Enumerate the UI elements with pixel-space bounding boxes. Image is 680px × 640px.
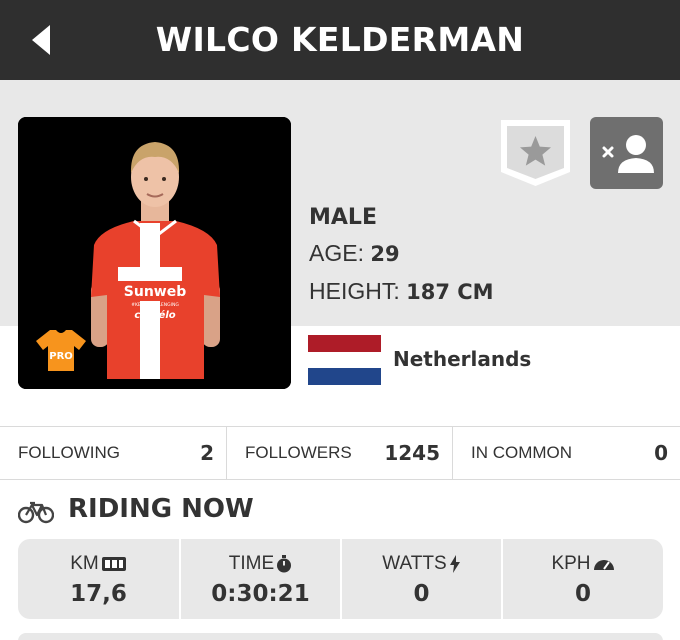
metric-watts-label: WATTS (382, 553, 447, 574)
header-bar: WILCO KELDERMAN (0, 0, 680, 80)
followers-count: 1245 (384, 441, 440, 465)
rider-gender: MALE (309, 205, 377, 230)
page-title: WILCO KELDERMAN (155, 20, 525, 59)
lightning-icon (449, 554, 460, 573)
jersey-sponsor-text: Sunweb (124, 284, 186, 300)
odometer-icon (101, 556, 126, 571)
live-metrics-panel: KM 17,6 TIME 0:30:21 WATTS 0 KPH 0 (18, 539, 663, 619)
social-stats-bar: FOLLOWING 2 FOLLOWERS 1245 IN COMMON 0 (0, 426, 680, 480)
unfollow-button[interactable] (590, 117, 663, 189)
metric-distance: KM 17,6 (18, 539, 179, 619)
pro-badge: PRO (34, 327, 88, 373)
following-count: 2 (200, 441, 214, 465)
rider-country: Netherlands (393, 347, 532, 371)
netherlands-flag-icon (308, 335, 381, 385)
rider-age: AGE: 29 (309, 240, 400, 267)
metric-distance-value: 17,6 (70, 581, 127, 607)
rider-avatar: Sunweb #KEEPCHALLENGING cervélo PRO (18, 117, 291, 389)
age-value: 29 (370, 242, 400, 266)
bicycle-icon (18, 501, 54, 524)
age-label: AGE: (309, 240, 364, 266)
followers-stat[interactable]: FOLLOWERS 1245 (227, 427, 453, 479)
in-common-count: 0 (654, 441, 668, 465)
in-common-stat[interactable]: IN COMMON 0 (453, 427, 680, 479)
height-label: HEIGHT: (309, 278, 400, 304)
remove-user-icon (602, 135, 654, 173)
star-shield-icon (501, 120, 570, 186)
metric-time: TIME 0:30:21 (179, 539, 340, 619)
metric-watts: WATTS 0 (340, 539, 501, 619)
following-stat[interactable]: FOLLOWING 2 (0, 427, 227, 479)
metric-time-value: 0:30:21 (211, 581, 310, 607)
jersey-bike-brand-text: cervélo (134, 309, 175, 321)
jersey-tagline-text: #KEEPCHALLENGING (131, 302, 179, 308)
riding-now-title: RIDING NOW (68, 494, 254, 524)
metric-speed: KPH 0 (501, 539, 663, 619)
metric-speed-label: KPH (551, 553, 591, 574)
speedometer-icon (593, 559, 614, 570)
metric-distance-label: KM (70, 553, 99, 574)
metric-time-label: TIME (228, 553, 275, 574)
back-arrow-icon (32, 25, 50, 55)
pro-badge-text: PRO (49, 351, 73, 362)
next-section-edge (18, 633, 663, 640)
following-label: FOLLOWING (18, 443, 121, 462)
metric-speed-value: 0 (574, 581, 591, 607)
rider-height: HEIGHT: 187 CM (309, 278, 494, 305)
followers-label: FOLLOWERS (245, 443, 352, 462)
in-common-label: IN COMMON (471, 443, 573, 462)
favorite-button[interactable] (499, 118, 572, 188)
metric-watts-value: 0 (413, 581, 430, 607)
back-button[interactable] (24, 22, 60, 58)
height-value: 187 CM (406, 280, 494, 304)
pro-jersey-icon: PRO (36, 330, 86, 371)
stopwatch-icon (277, 554, 292, 573)
